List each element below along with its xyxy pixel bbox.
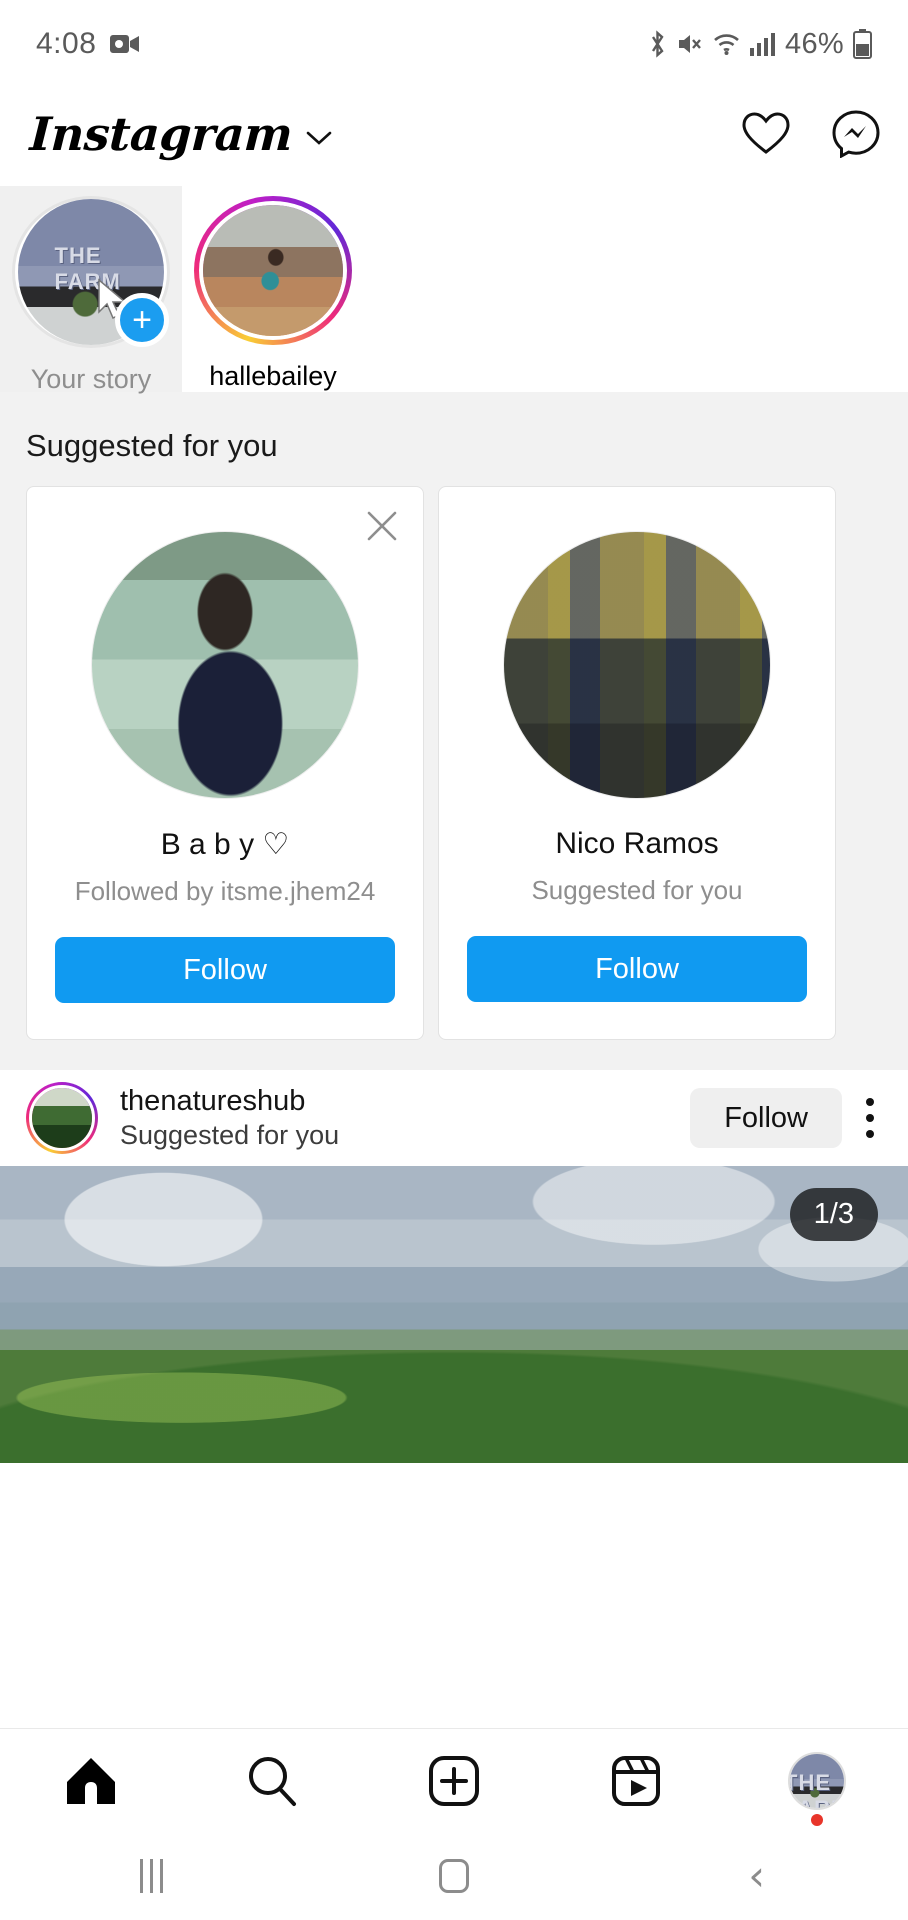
create-icon bbox=[428, 1755, 480, 1807]
suggestion-card[interactable]: B a b y ♡ Followed by itsme.jhem24 Follo… bbox=[26, 486, 424, 1040]
avatar bbox=[29, 1085, 95, 1151]
tab-profile[interactable] bbox=[726, 1751, 908, 1826]
cellular-signal-icon bbox=[750, 32, 776, 56]
home-icon bbox=[65, 1756, 117, 1806]
bluetooth-icon bbox=[647, 29, 668, 59]
suggestion-subtitle: Suggested for you bbox=[531, 875, 743, 905]
story-label: Your story bbox=[30, 364, 152, 394]
video-recording-icon bbox=[110, 33, 140, 55]
suggestion-avatar-image bbox=[504, 532, 770, 798]
system-status-bar: 4:08 46% bbox=[0, 0, 908, 88]
story-label: hallebailey bbox=[209, 361, 337, 391]
back-glyph: ‹ bbox=[748, 1851, 766, 1900]
app-header-actions bbox=[742, 110, 880, 159]
add-story-button[interactable]: + bbox=[115, 293, 169, 347]
battery-icon bbox=[853, 29, 872, 59]
avatar[interactable] bbox=[91, 531, 359, 799]
search-icon bbox=[246, 1755, 298, 1807]
post-author-avatar[interactable] bbox=[26, 1082, 98, 1154]
suggested-cards-row[interactable]: B a b y ♡ Followed by itsme.jhem24 Follo… bbox=[0, 486, 908, 1070]
avatar bbox=[199, 201, 347, 340]
tab-create[interactable] bbox=[363, 1755, 545, 1807]
recents-icon[interactable] bbox=[0, 1859, 303, 1893]
close-icon[interactable] bbox=[365, 509, 399, 543]
mute-icon bbox=[677, 31, 703, 57]
post-header: thenatureshub Suggested for you Follow bbox=[0, 1070, 908, 1166]
post-subtitle: Suggested for you bbox=[120, 1120, 340, 1150]
tab-search[interactable] bbox=[182, 1755, 364, 1807]
suggestion-name: Nico Ramos bbox=[555, 827, 719, 860]
app-header: Instagram bbox=[0, 88, 908, 180]
chevron-down-icon[interactable] bbox=[306, 130, 332, 146]
story-ring: + bbox=[12, 196, 170, 348]
suggested-section-title: Suggested for you bbox=[26, 428, 278, 463]
profile-thumbnail bbox=[790, 1753, 845, 1808]
bottom-tab-bar bbox=[0, 1728, 908, 1832]
battery-percent-label: 46% bbox=[785, 27, 844, 60]
home-glyph bbox=[439, 1859, 469, 1893]
instagram-logo[interactable]: Instagram bbox=[29, 107, 294, 161]
follow-button[interactable]: Follow bbox=[467, 936, 807, 1002]
status-bar-right: 46% bbox=[647, 28, 872, 61]
wifi-icon bbox=[712, 31, 741, 57]
status-bar-clock: 4:08 bbox=[36, 27, 97, 60]
profile-avatar bbox=[788, 1751, 847, 1810]
reels-icon bbox=[611, 1755, 661, 1807]
follow-button[interactable]: Follow bbox=[55, 937, 395, 1003]
suggestion-card[interactable]: Nico Ramos Suggested for you Follow bbox=[438, 486, 836, 1040]
instagram-app-screen: 4:08 46% Instagram THE FARM + Your story… bbox=[0, 0, 908, 1920]
three-dots-vertical-icon[interactable] bbox=[864, 1095, 876, 1141]
back-button-icon[interactable]: ‹ bbox=[605, 1855, 908, 1897]
messenger-icon[interactable] bbox=[832, 110, 880, 159]
carousel-counter: 1/3 bbox=[789, 1188, 878, 1241]
story-hallebailey[interactable]: hallebailey bbox=[182, 186, 364, 392]
android-navigation-bar: ‹ bbox=[0, 1832, 908, 1920]
hallebailey-thumbnail bbox=[203, 205, 343, 336]
post-author-thumbnail bbox=[32, 1088, 92, 1148]
notification-dot-badge bbox=[811, 1813, 824, 1826]
suggestion-name: B a b y ♡ bbox=[160, 828, 290, 861]
follow-button[interactable]: Follow bbox=[690, 1088, 842, 1148]
post-media[interactable]: 1/3 bbox=[0, 1166, 908, 1463]
avatar[interactable] bbox=[503, 531, 771, 799]
tab-reels[interactable] bbox=[545, 1755, 727, 1807]
status-bar-left: 4:08 bbox=[36, 27, 140, 61]
recents-glyph bbox=[139, 1859, 163, 1893]
suggested-for-you-section: Suggested for you B a b y ♡ Followed by … bbox=[0, 392, 908, 1070]
suggestion-avatar-image bbox=[92, 532, 358, 798]
story-your-story[interactable]: + Your story bbox=[0, 186, 182, 394]
post-username[interactable]: thenatureshub bbox=[120, 1085, 339, 1118]
home-button-icon[interactable] bbox=[303, 1859, 606, 1893]
suggestion-subtitle: Followed by itsme.jhem24 bbox=[74, 876, 376, 906]
post-author-meta: thenatureshub Suggested for you bbox=[120, 1085, 339, 1151]
tab-home[interactable] bbox=[0, 1756, 182, 1806]
story-ring-unseen bbox=[194, 196, 352, 345]
heart-icon[interactable] bbox=[742, 112, 790, 156]
stories-tray[interactable]: + Your story hallebailey bbox=[0, 180, 908, 394]
